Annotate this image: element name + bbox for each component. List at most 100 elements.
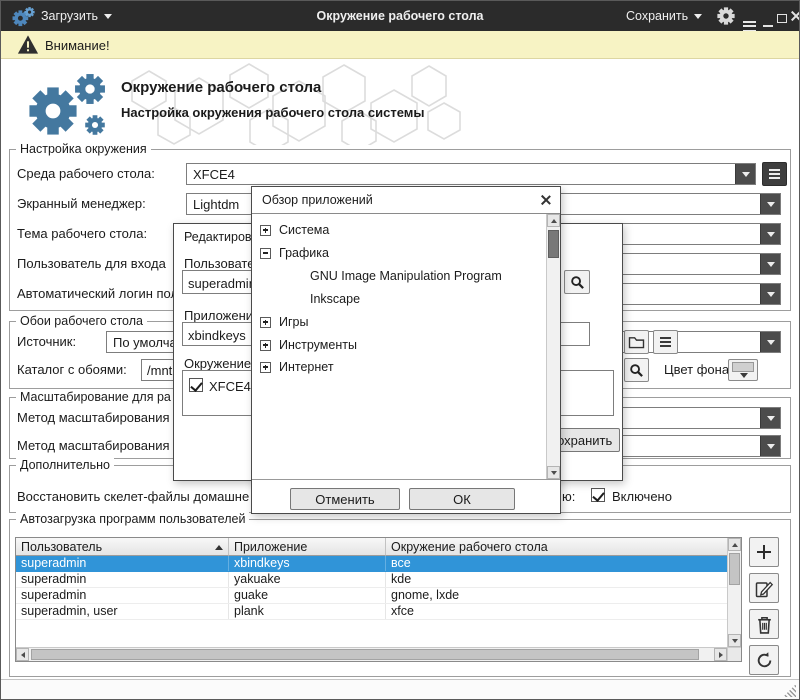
chevron-down-icon[interactable] — [760, 194, 780, 214]
restore-enabled-checkbox[interactable] — [591, 488, 605, 502]
divider — [252, 479, 560, 480]
chevron-down-icon[interactable] — [760, 254, 780, 274]
chevron-down-icon[interactable] — [760, 408, 780, 428]
desktop-environment-tool-button[interactable] — [762, 162, 787, 186]
expander-collapsed-icon[interactable] — [260, 340, 271, 351]
tree-item-gimp[interactable]: GNU Image Manipulation Program — [310, 268, 502, 284]
page-title: Окружение рабочего стола — [121, 79, 321, 96]
wallpaper-legend: Обои рабочего стола — [16, 314, 147, 328]
cell-env: gnome, lxde — [386, 588, 727, 603]
desktop-environment-combobox[interactable]: XFCE4 — [186, 163, 756, 185]
table-row[interactable]: superadmin yakuake kde — [16, 572, 727, 588]
dialog-close-button[interactable] — [540, 194, 552, 209]
warning-icon — [17, 34, 39, 55]
chevron-down-icon[interactable] — [760, 436, 780, 456]
desktop-theme-label: Тема рабочего стола: — [17, 226, 147, 241]
scroll-down-button[interactable] — [728, 634, 741, 647]
tree-item-internet[interactable]: Интернет — [260, 359, 334, 375]
chevron-down-icon[interactable] — [735, 164, 755, 184]
save-menu-button[interactable]: Сохранить — [626, 1, 702, 31]
scroll-up-button[interactable] — [547, 214, 560, 227]
load-menu-button[interactable]: Загрузить — [41, 1, 112, 31]
scroll-down-button[interactable] — [547, 466, 560, 479]
tree-item-label: GNU Image Manipulation Program — [310, 269, 502, 283]
tree-item-games[interactable]: Игры — [260, 314, 308, 330]
table-row[interactable]: superadmin guake gnome, lxde — [16, 588, 727, 604]
window-title: Окружение рабочего стола — [317, 9, 484, 23]
wallpaper-dir-search-button[interactable] — [624, 358, 649, 382]
bgcolor-label: Цвет фона: — [664, 362, 733, 377]
table-row[interactable]: superadmin xbindkeys все — [16, 556, 727, 572]
scroll-right-button[interactable] — [714, 648, 727, 661]
add-autostart-button[interactable] — [749, 537, 779, 567]
app-logo-gears — [23, 67, 119, 143]
divider — [252, 213, 560, 214]
restore-enabled-label: Включено — [612, 489, 672, 504]
column-header-app[interactable]: Приложение — [229, 538, 386, 556]
expander-collapsed-icon[interactable] — [260, 225, 271, 236]
tree-item-label: Интернет — [279, 360, 334, 374]
delete-autostart-button[interactable] — [749, 609, 779, 639]
sort-asc-icon — [215, 545, 223, 550]
wallpaper-dir-label: Каталог с обоями: — [17, 362, 127, 377]
folder-icon — [628, 335, 645, 349]
scroll-left-button[interactable] — [16, 648, 29, 661]
bgcolor-picker-button[interactable] — [728, 359, 758, 381]
resize-grip-icon[interactable] — [783, 684, 796, 697]
app-icon — [11, 6, 35, 27]
cell-app: plank — [229, 604, 386, 619]
close-button[interactable] — [790, 10, 800, 25]
refresh-autostart-button[interactable] — [749, 645, 779, 675]
restore-skel-label-end: ю: — [562, 489, 575, 504]
wallpaper-folder-button[interactable] — [624, 330, 649, 354]
cell-env: все — [386, 556, 727, 571]
load-menu-label: Загрузить — [41, 9, 98, 23]
scaling-method1-label: Метод масштабирования — [17, 410, 170, 425]
column-header-user[interactable]: Пользователь — [16, 538, 229, 556]
expander-collapsed-icon[interactable] — [260, 362, 271, 373]
settings-gear-icon[interactable] — [717, 7, 735, 25]
column-header-env[interactable]: Окружение рабочего стола — [386, 538, 727, 556]
chevron-down-icon[interactable] — [760, 284, 780, 304]
scrollbar-thumb[interactable] — [31, 649, 699, 660]
display-manager-label: Экранный менеджер: — [17, 196, 146, 211]
add-icon — [757, 545, 771, 559]
tree-item-tools[interactable]: Инструменты — [260, 337, 357, 353]
search-icon — [570, 275, 585, 290]
tree-vertical-scrollbar[interactable] — [546, 214, 560, 479]
expander-collapsed-icon[interactable] — [260, 317, 271, 328]
table-horizontal-scrollbar[interactable] — [16, 647, 727, 661]
cell-user: superadmin — [16, 588, 229, 603]
edit-user-search-button[interactable] — [564, 270, 590, 294]
menu-icon[interactable] — [743, 15, 756, 30]
combo-value: XFCE4 — [193, 167, 733, 182]
scroll-up-button[interactable] — [728, 538, 741, 551]
ok-button[interactable]: ОК — [409, 488, 515, 510]
maximize-button[interactable] — [777, 11, 787, 26]
table-vertical-scrollbar[interactable] — [727, 538, 741, 647]
desktop-environment-label: Среда рабочего стола: — [17, 166, 155, 181]
expander-expanded-icon[interactable] — [260, 248, 271, 259]
tree-item-inkscape[interactable]: Inkscape — [310, 291, 360, 307]
login-user-label: Пользователь для входа — [17, 256, 166, 271]
cell-app: guake — [229, 588, 386, 603]
scrollbar-corner — [727, 647, 741, 661]
wallpaper-source-label: Источник: — [17, 334, 76, 349]
edit-autostart-button[interactable] — [749, 573, 779, 603]
cell-user: superadmin — [16, 556, 229, 571]
env-xfce4-checkbox[interactable] — [189, 378, 203, 392]
chevron-down-icon[interactable] — [760, 224, 780, 244]
scrollbar-thumb[interactable] — [729, 553, 740, 585]
env-xfce4-label: XFCE4 — [209, 379, 251, 394]
table-row[interactable]: superadmin, user plank xfce — [16, 604, 727, 620]
tree-item-system[interactable]: Система — [260, 222, 329, 238]
scrollbar-thumb[interactable] — [548, 230, 559, 258]
minimize-button[interactable] — [763, 15, 773, 30]
app-window: Загрузить Окружение рабочего стола Сохра… — [0, 0, 800, 700]
chevron-down-icon[interactable] — [760, 332, 780, 352]
tree-item-label: Игры — [279, 315, 308, 329]
wallpaper-list-button[interactable] — [653, 330, 678, 354]
tree-item-graphics[interactable]: Графика — [260, 245, 329, 261]
chevron-down-icon — [104, 14, 112, 19]
cancel-button[interactable]: Отменить — [290, 488, 400, 510]
